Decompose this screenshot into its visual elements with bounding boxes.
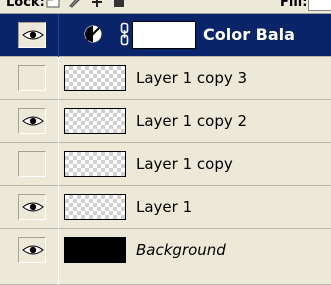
eye-icon: [22, 116, 44, 126]
layer-row[interactable]: Layer 1: [0, 186, 331, 229]
visibility-toggle[interactable]: [18, 151, 46, 177]
layer-name: Color Bala: [203, 25, 295, 44]
visibility-toggle[interactable]: [18, 22, 46, 48]
lock-transparency-icon[interactable]: [46, 0, 60, 8]
lock-label: Lock:: [6, 0, 45, 10]
eye-icon: [22, 202, 44, 212]
lock-all-icon[interactable]: [112, 0, 126, 8]
layer-row-color-balance[interactable]: Color Bala: [0, 14, 331, 57]
eye-icon: [22, 245, 44, 255]
layer-row-background[interactable]: Background: [0, 229, 331, 285]
layer-row[interactable]: Layer 1 copy 2: [0, 100, 331, 143]
layer-name: Background: [136, 241, 226, 259]
layer-row[interactable]: Layer 1 copy 3: [0, 57, 331, 100]
layer-row[interactable]: Layer 1 copy: [0, 143, 331, 186]
adjustment-icon: [84, 25, 102, 43]
layer-thumbnail: [64, 151, 126, 177]
eye-icon: [22, 30, 44, 40]
layer-name: Layer 1: [136, 198, 193, 216]
layers-toolbar: Lock: Fill:: [0, 0, 331, 14]
fill-input[interactable]: [308, 0, 331, 11]
layer-name: Layer 1 copy 2: [136, 112, 248, 130]
layer-mask-thumbnail[interactable]: [132, 21, 196, 49]
lock-move-icon[interactable]: [90, 0, 104, 8]
layer-thumbnail: [64, 65, 126, 91]
visibility-toggle[interactable]: [18, 237, 46, 263]
fill-label: Fill:: [280, 0, 308, 10]
visibility-toggle[interactable]: [18, 108, 46, 134]
layer-thumbnail: [64, 108, 126, 134]
layer-thumbnail: [64, 237, 126, 263]
lock-brush-icon[interactable]: [68, 0, 82, 8]
layer-name: Layer 1 copy: [136, 155, 233, 173]
link-icon[interactable]: [120, 22, 129, 46]
layer-thumbnail: [64, 194, 126, 220]
visibility-toggle[interactable]: [18, 65, 46, 91]
visibility-toggle[interactable]: [18, 194, 46, 220]
layer-name: Layer 1 copy 3: [136, 69, 248, 87]
